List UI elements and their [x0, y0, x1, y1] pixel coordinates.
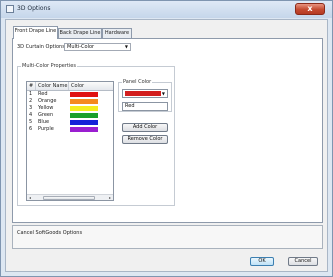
options-dialog: 3D Options x Front Drape Line Back Drape…: [0, 0, 333, 277]
row-color-name: Red: [38, 91, 48, 97]
panel-color-swatch: [125, 91, 161, 96]
row-number: 1: [29, 91, 33, 97]
row-number: 6: [29, 126, 33, 132]
tab-back-drape-line[interactable]: Back Drape Line: [58, 28, 102, 38]
table-row[interactable]: 5 Blue: [27, 119, 113, 126]
table-row[interactable]: 2 Orange: [27, 98, 113, 105]
row-color-name: Green: [38, 112, 54, 118]
header-color[interactable]: Color: [69, 82, 113, 90]
add-color-button[interactable]: Add Color: [122, 123, 168, 132]
grid-header: # Color Name Color: [27, 82, 113, 91]
row-color-name: Blue: [38, 119, 50, 125]
panel-color-picker[interactable]: ▼: [122, 89, 168, 98]
ok-button[interactable]: OK: [250, 257, 274, 266]
scroll-thumb[interactable]: [43, 196, 95, 200]
row-number: 4: [29, 112, 33, 118]
window-title: 3D Options: [17, 5, 51, 12]
window-icon: [6, 5, 14, 13]
row-color-name: Orange: [38, 98, 57, 104]
header-color-name[interactable]: Color Name: [36, 82, 69, 90]
remove-color-button[interactable]: Remove Color: [122, 135, 168, 144]
color-swatch: [70, 127, 98, 132]
multi-color-properties-group: Multi-Color Properties # Color Name Colo…: [17, 63, 175, 206]
color-swatch: [70, 113, 98, 118]
table-row[interactable]: 1 Red: [27, 91, 113, 98]
color-swatch: [70, 106, 98, 111]
chevron-down-icon: ▼: [161, 91, 165, 96]
color-swatch: [70, 92, 98, 97]
row-number: 3: [29, 105, 33, 111]
color-swatch: [70, 99, 98, 104]
close-button[interactable]: x: [295, 3, 325, 15]
multi-color-group-title: Multi-Color Properties: [21, 63, 77, 69]
description-text: Cancel SoftGoods Options: [17, 230, 83, 236]
color-grid[interactable]: # Color Name Color 1 Red 2 Orange 3 Yell…: [26, 81, 114, 201]
tab-front-drape-line[interactable]: Front Drape Line: [13, 26, 58, 39]
scroll-right-icon[interactable]: ▸: [107, 195, 113, 200]
row-number: 2: [29, 98, 33, 104]
title-bar[interactable]: 3D Options x: [1, 1, 332, 18]
table-row[interactable]: 6 Purple: [27, 126, 113, 133]
curtain-options-select[interactable]: Multi-Color ▼: [64, 43, 131, 51]
row-color-name: Purple: [38, 126, 54, 132]
table-row[interactable]: 3 Yellow: [27, 105, 113, 112]
panel-color-group-title: Panel Color: [122, 79, 153, 85]
chevron-down-icon: ▼: [124, 44, 128, 49]
color-swatch: [70, 120, 98, 125]
cancel-button[interactable]: Cancel: [288, 257, 318, 266]
row-number: 5: [29, 119, 33, 125]
description-panel: Cancel SoftGoods Options: [12, 225, 323, 249]
scroll-left-icon[interactable]: ◂: [27, 195, 33, 200]
curtain-options-value: Multi-Color: [67, 44, 95, 50]
table-row[interactable]: 4 Green: [27, 112, 113, 119]
curtain-options-label: 3D Curtain Options:: [17, 44, 67, 50]
tab-panel-front-drape-line: 3D Curtain Options: Multi-Color ▼ Multi-…: [12, 38, 323, 223]
row-color-name: Yellow: [38, 105, 54, 111]
horizontal-scrollbar[interactable]: ◂ ▸: [27, 194, 113, 200]
dialog-client: Front Drape Line Back Drape Line Hardwar…: [5, 19, 328, 272]
tab-hardware[interactable]: Hardware: [102, 28, 132, 38]
panel-color-name-field[interactable]: Red: [122, 102, 168, 111]
header-number[interactable]: #: [27, 82, 36, 90]
